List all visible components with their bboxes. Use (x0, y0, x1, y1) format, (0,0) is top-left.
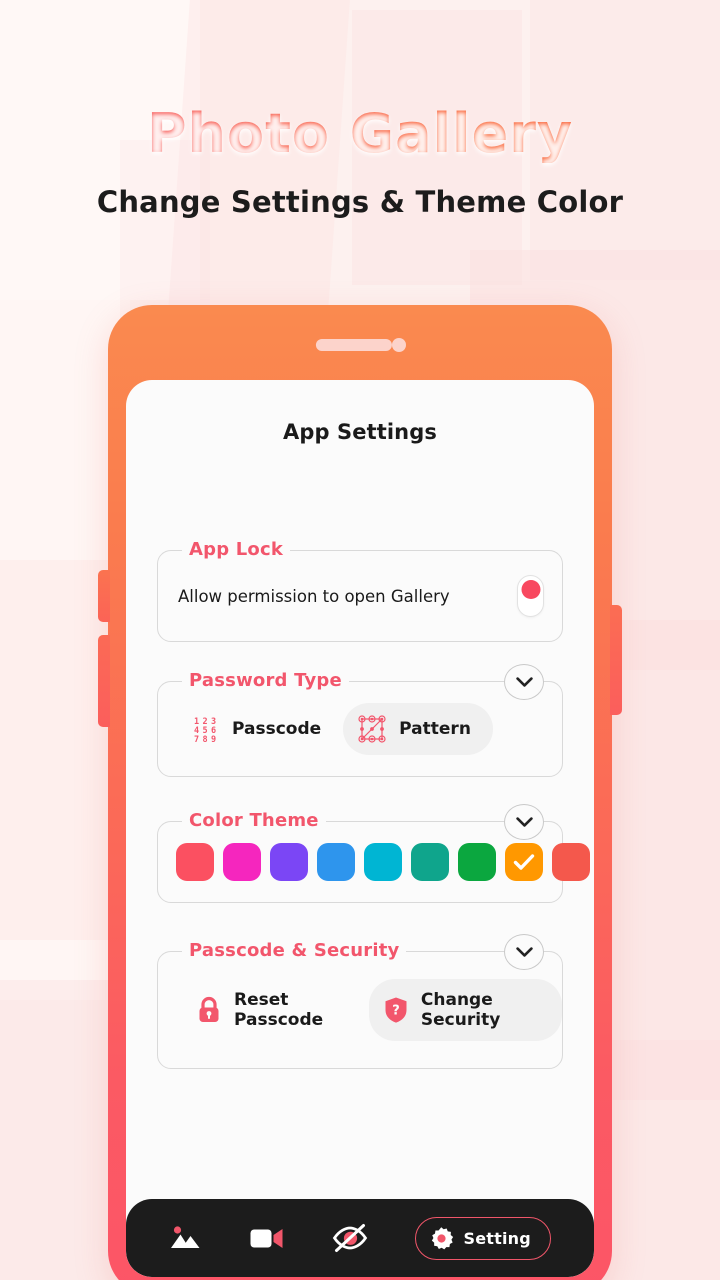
passcode-security-expand-button[interactable] (504, 934, 544, 970)
color-swatch-purple[interactable] (270, 843, 308, 881)
nav-item-hidden[interactable] (331, 1223, 369, 1253)
password-type-option-label: Pattern (399, 719, 471, 739)
color-swatch-red[interactable] (176, 843, 214, 881)
password-type-expand-button[interactable] (504, 664, 544, 700)
password-type-option-label: Passcode (232, 719, 322, 739)
password-type-option-passcode[interactable]: 123 456 789 Passcode (178, 704, 343, 754)
chevron-down-icon (515, 946, 533, 957)
color-swatch-list (158, 822, 590, 902)
color-swatch-magenta[interactable] (223, 843, 261, 881)
lock-icon (199, 996, 219, 1022)
password-type-option-pattern[interactable]: Pattern (343, 703, 493, 755)
image-mountain-icon (171, 1226, 200, 1248)
volume-up-button[interactable] (98, 570, 110, 622)
app-lock-description: Allow permission to open Gallery (178, 586, 450, 606)
color-swatch-salmon[interactable] (552, 843, 590, 881)
phone-mockup: App Settings App Lock Allow permission t… (98, 305, 622, 1280)
reset-passcode-label: Reset Passcode (234, 990, 324, 1030)
password-type-legend: Password Type (182, 670, 349, 691)
color-theme-card: Color Theme (157, 804, 590, 903)
bottom-navigation-bar: Setting (126, 1199, 594, 1277)
svg-text:8: 8 (203, 735, 208, 743)
gear-icon (432, 1226, 454, 1249)
svg-text:?: ? (392, 1004, 400, 1019)
svg-text:7: 7 (194, 735, 199, 743)
nav-item-photos[interactable] (169, 1223, 203, 1253)
eye-slash-icon (333, 1224, 368, 1252)
chevron-down-icon (515, 816, 533, 827)
pattern-grid-icon (358, 715, 386, 743)
front-camera-icon (392, 338, 406, 352)
color-swatch-teal[interactable] (411, 843, 449, 881)
phone-screen: App Settings App Lock Allow permission t… (126, 380, 594, 1277)
promo-header: Photo Gallery Change Settings & Theme Co… (0, 104, 720, 220)
color-swatch-green[interactable] (458, 843, 496, 881)
color-swatch-blue[interactable] (317, 843, 355, 881)
app-lock-card: App Lock Allow permission to open Galler… (157, 539, 563, 642)
power-button[interactable] (610, 605, 622, 715)
passcode-keypad-icon: 123 456 789 (194, 717, 216, 743)
toggle-knob (521, 580, 540, 599)
volume-down-button[interactable] (98, 635, 110, 727)
nav-item-videos[interactable] (249, 1224, 285, 1252)
color-theme-legend: Color Theme (182, 810, 326, 831)
passcode-security-card: Passcode & Security Reset Passcode ? Cha… (157, 934, 563, 1069)
change-security-label: Change Security (420, 990, 501, 1030)
color-swatch-cyan[interactable] (364, 843, 402, 881)
app-lock-legend: App Lock (182, 539, 291, 560)
chevron-down-icon (515, 676, 533, 687)
page-title: Photo Gallery (0, 104, 720, 164)
color-swatch-orange[interactable] (505, 843, 543, 881)
password-type-card: Password Type 123 456 789 Passcode Patte… (157, 664, 563, 777)
video-camera-icon (250, 1229, 283, 1248)
reset-passcode-option[interactable]: Reset Passcode (182, 979, 369, 1041)
nav-setting-label: Setting (463, 1228, 531, 1248)
check-icon (513, 854, 535, 870)
nav-item-setting[interactable]: Setting (415, 1216, 551, 1260)
passcode-security-legend: Passcode & Security (182, 940, 407, 961)
shield-question-icon: ? (385, 997, 407, 1023)
change-security-option[interactable]: ? Change Security (368, 979, 562, 1041)
svg-text:9: 9 (211, 735, 216, 743)
color-theme-expand-button[interactable] (504, 804, 544, 840)
earpiece-speaker (315, 339, 392, 351)
app-lock-toggle[interactable] (517, 575, 544, 617)
screen-title: App Settings (283, 420, 437, 444)
page-subtitle: Change Settings & Theme Color (96, 185, 624, 220)
